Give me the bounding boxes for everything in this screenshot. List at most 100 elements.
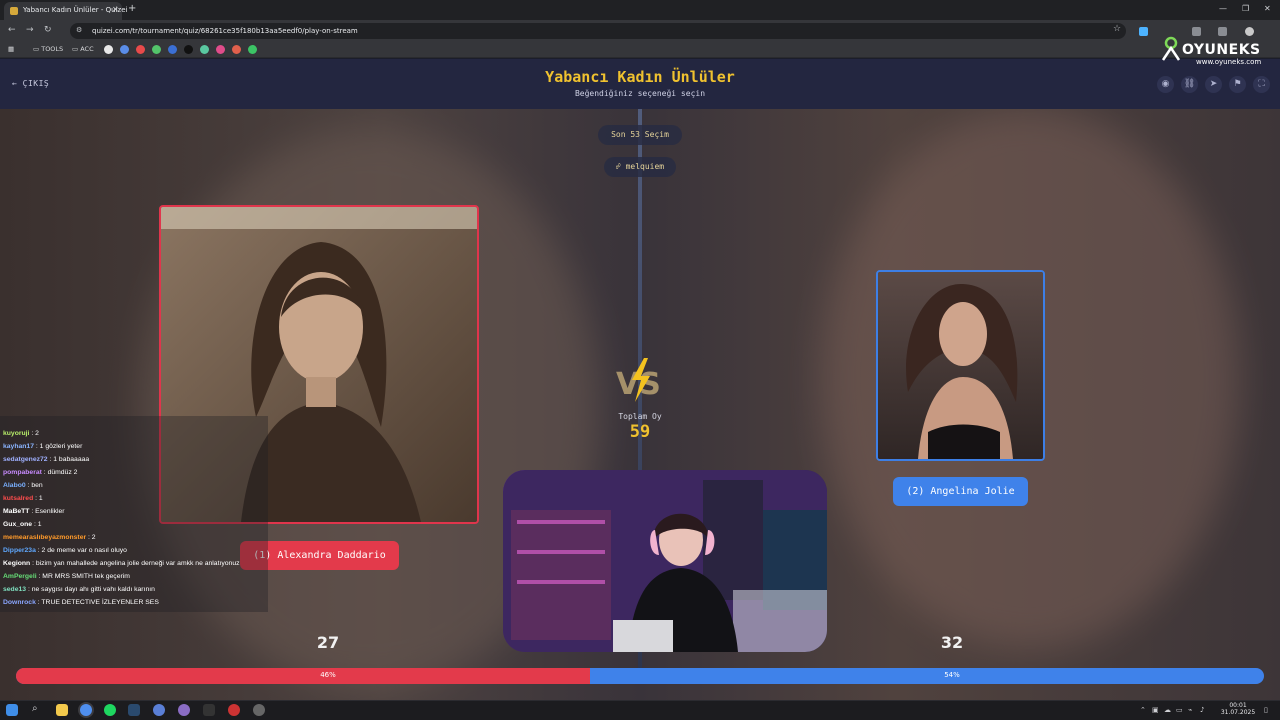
chat-username[interactable]: Kegionn xyxy=(3,560,30,567)
tray-icon[interactable]: ▭ xyxy=(1176,706,1183,714)
vote-progress-bar xyxy=(16,668,1264,684)
app-icon[interactable] xyxy=(178,704,190,716)
app-icon[interactable] xyxy=(253,704,265,716)
chat-username[interactable]: kayhan17 xyxy=(3,443,34,450)
tray-icon[interactable]: ☁ xyxy=(1164,706,1171,714)
bookmark-pinterest-icon[interactable] xyxy=(232,45,241,54)
file-explorer-icon[interactable] xyxy=(56,704,68,716)
close-tab-icon[interactable]: ✕ xyxy=(112,5,119,14)
brand-name: OYUNEKS xyxy=(1182,42,1261,58)
flag-icon[interactable]: ⚑ xyxy=(1229,76,1246,93)
bookmark-whatsapp-icon[interactable] xyxy=(248,45,257,54)
option-right-photo xyxy=(878,272,1043,459)
link-icon[interactable]: ⛓ xyxy=(1181,76,1198,93)
page-subtitle: Beğendiğiniz seçeneği seçin xyxy=(574,89,706,98)
bookmark-google-icon[interactable] xyxy=(104,45,113,54)
volume-icon[interactable]: ♪ xyxy=(1200,706,1204,714)
app-icon[interactable] xyxy=(203,704,215,716)
tray-chevron-icon[interactable]: ⌃ xyxy=(1140,706,1146,714)
chat-message: sede13 : ne saygısı dayı ahı gitti vahı … xyxy=(3,586,155,593)
chrome-icon[interactable] xyxy=(80,704,92,716)
site-info-icon[interactable]: ⚙ xyxy=(76,26,82,34)
chat-text: : dümdüz 2 xyxy=(43,469,78,476)
bookmark-icon[interactable] xyxy=(168,45,177,54)
app-icon[interactable] xyxy=(153,704,165,716)
clock-date: 31.07.2025 xyxy=(1220,709,1256,716)
eye-icon[interactable]: ◉ xyxy=(1157,76,1174,93)
bookmark-folder-acc[interactable]: ▭ ACC xyxy=(72,45,94,53)
tray-icon[interactable]: ▣ xyxy=(1152,706,1159,714)
chat-username[interactable]: Dipper23a xyxy=(3,547,36,554)
search-icon[interactable]: ⌕ xyxy=(32,703,38,714)
back-icon[interactable]: ← xyxy=(8,25,16,35)
option-right-percent: 54% xyxy=(944,671,960,679)
chat-username[interactable]: Gux_one xyxy=(3,521,32,528)
chat-message: kutsalred : 1 xyxy=(3,495,43,502)
start-windows-icon[interactable] xyxy=(6,704,18,716)
bookmark-icon[interactable] xyxy=(120,45,129,54)
network-icon[interactable]: ⌁ xyxy=(1188,706,1192,714)
window-close-icon[interactable]: ✕ xyxy=(1264,4,1271,13)
bookmark-label: TOOLS xyxy=(41,45,64,53)
chat-text: : ben xyxy=(27,482,43,489)
option-left-votes: 27 xyxy=(316,633,340,652)
chat-username[interactable]: AmPergeli xyxy=(3,573,37,580)
spotify-icon[interactable] xyxy=(104,704,116,716)
chat-message: pompaberat : dümdüz 2 xyxy=(3,469,77,476)
chat-username[interactable]: sede13 xyxy=(3,586,26,593)
current-user-badge: ☍ melquiem xyxy=(604,157,676,177)
chat-text: : MR MRS SMITH tek geçerim xyxy=(38,573,130,580)
new-tab-icon[interactable]: + xyxy=(128,3,136,14)
bookmark-label: ACC xyxy=(80,45,94,53)
total-votes-value: 59 xyxy=(629,422,651,442)
chat-username[interactable]: kutsalred xyxy=(3,495,33,502)
brand-emblem-icon xyxy=(1161,36,1181,61)
chat-username[interactable]: kuyoruji xyxy=(3,430,29,437)
url-field[interactable]: ⚙ quizei.com/tr/tournament/quiz/68261ce3… xyxy=(70,23,1126,39)
last-choices-badge: Son 53 Seçim xyxy=(598,125,682,145)
extension-icon[interactable] xyxy=(1139,27,1148,36)
bookmark-icon[interactable] xyxy=(152,45,161,54)
steam-icon[interactable] xyxy=(128,704,140,716)
option-left-percent: 46% xyxy=(320,671,336,679)
obs-icon[interactable] xyxy=(228,704,240,716)
bookmark-folder-tools[interactable]: ▭ TOOLS xyxy=(33,45,63,53)
apps-grid-icon[interactable]: ▦ xyxy=(8,45,14,53)
bookmark-icon[interactable] xyxy=(200,45,209,54)
fullscreen-icon[interactable]: ⛶ xyxy=(1253,76,1270,93)
taskbar xyxy=(0,700,1280,720)
user-icon: ☍ xyxy=(615,162,621,171)
chat-message: sedatgenez72 : 1 babaaaaa xyxy=(3,456,89,463)
bookmark-x-icon[interactable] xyxy=(184,45,193,54)
chat-message: Gux_one : 1 xyxy=(3,521,42,528)
chat-message: AmPergeli : MR MRS SMITH tek geçerim xyxy=(3,573,130,580)
chat-message: Kegionn : bizim yan mahallede angelina j… xyxy=(3,560,240,567)
reload-icon[interactable]: ↻ xyxy=(44,25,52,35)
option-right-votes: 32 xyxy=(940,633,964,652)
chat-username[interactable]: Alabo0 xyxy=(3,482,26,489)
chat-message: Alabo0 : ben xyxy=(3,482,43,489)
chat-username[interactable]: memearaslıbeyazmonster xyxy=(3,534,86,541)
webcam-feed xyxy=(503,470,827,652)
bookmark-star-icon[interactable]: ☆ xyxy=(1113,24,1121,34)
bookmark-instagram-icon[interactable] xyxy=(216,45,225,54)
bookmark-icon[interactable] xyxy=(136,45,145,54)
versus-icon: VS xyxy=(616,358,661,402)
notifications-icon[interactable]: ▯ xyxy=(1264,706,1268,714)
browser-tab[interactable]: Yabancı Kadın Ünlüler - Quizei ✕ xyxy=(4,2,127,20)
chat-username[interactable]: sedatgenez72 xyxy=(3,456,48,463)
chat-text: : 2 xyxy=(31,430,39,437)
page-title: Yabancı Kadın Ünlüler xyxy=(545,68,735,86)
chat-username[interactable]: Downrock xyxy=(3,599,36,606)
minimize-icon[interactable]: — xyxy=(1219,4,1227,13)
maximize-icon[interactable]: ❐ xyxy=(1242,4,1249,13)
taskbar-clock[interactable]: 00:01 31.07.2025 xyxy=(1218,702,1258,716)
option-right-card[interactable] xyxy=(876,270,1045,461)
chat-username[interactable]: MaBeTT xyxy=(3,508,29,515)
chat-message: Downrock : TRUE DETECTIVE İZLEYENLER SES xyxy=(3,599,159,606)
send-icon[interactable]: ➤ xyxy=(1205,76,1222,93)
chat-username[interactable]: pompaberat xyxy=(3,469,42,476)
forward-icon[interactable]: → xyxy=(26,25,34,35)
chat-message: kayhan17 : 1 gözleri yeter xyxy=(3,443,82,450)
option-right-button[interactable]: (2) Angelina Jolie xyxy=(893,477,1028,506)
